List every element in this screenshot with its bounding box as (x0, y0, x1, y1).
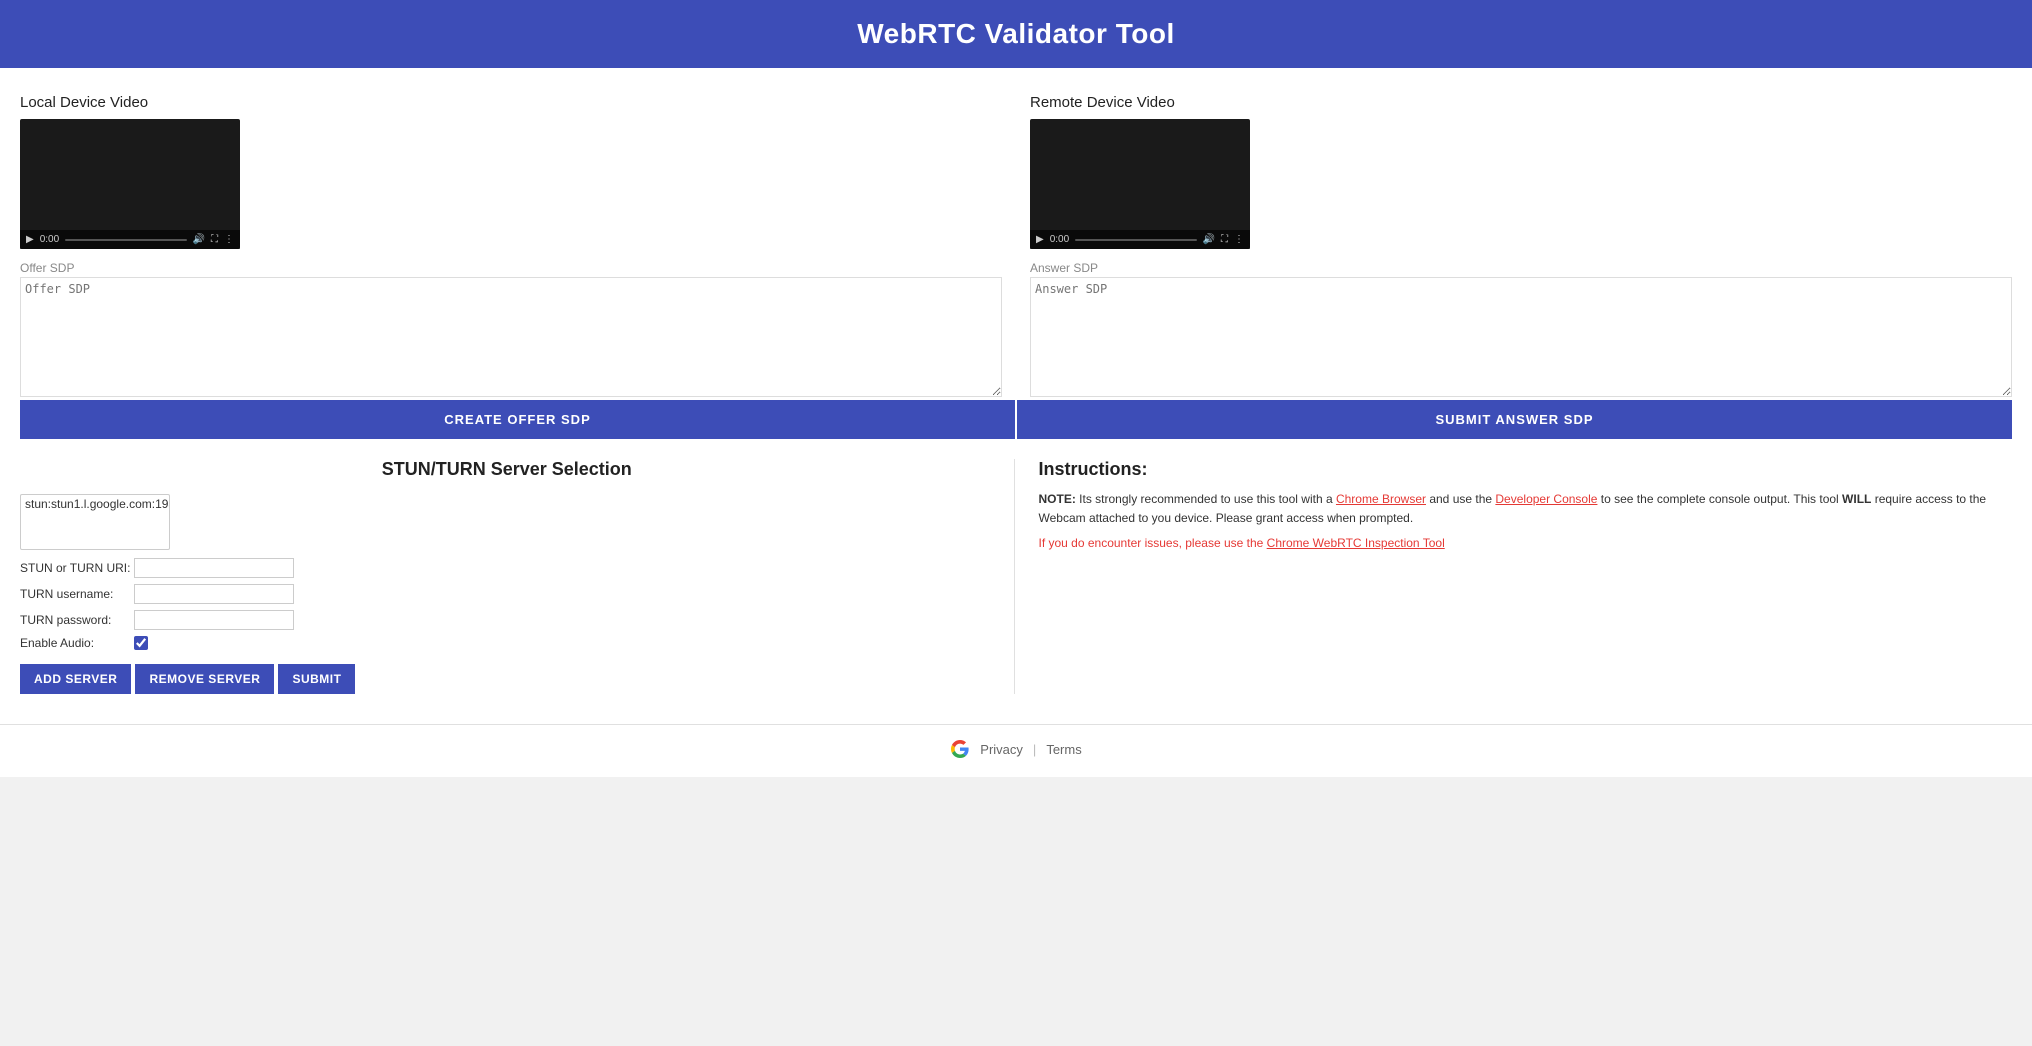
google-logo-icon (950, 739, 970, 759)
offer-sdp-col: Offer SDP (20, 261, 1016, 400)
offer-sdp-textarea[interactable] (20, 277, 1002, 397)
instructions-col: Instructions: NOTE: Its strongly recomme… (1015, 459, 2013, 694)
answer-sdp-textarea[interactable] (1030, 277, 2012, 397)
local-fullscreen-icon[interactable]: ⛶ (211, 234, 218, 245)
instructions-title: Instructions: (1039, 459, 2013, 480)
enable-audio-row: Enable Audio: (20, 636, 994, 650)
instructions-text2: If you do encounter issues, please use t… (1039, 534, 2013, 553)
main-content: Local Device Video ▶ 0:00 🔊 ⛶ ⋮ Remote D… (0, 68, 2032, 439)
sdp-row: Offer SDP Answer SDP (20, 261, 2012, 400)
remote-volume-icon[interactable]: 🔊 (1203, 234, 1215, 245)
stun-uri-label: STUN or TURN URI: (20, 561, 130, 575)
local-play-icon[interactable]: ▶ (26, 234, 34, 245)
local-volume-icon[interactable]: 🔊 (193, 234, 205, 245)
local-more-icon[interactable]: ⋮ (224, 234, 234, 245)
footer-links: Privacy | Terms (0, 739, 2032, 759)
local-video-time: 0:00 (40, 234, 59, 245)
remote-fullscreen-icon[interactable]: ⛶ (1221, 234, 1228, 245)
dev-console-link[interactable]: Developer Console (1495, 492, 1597, 506)
server-buttons-row: ADD SERVER REMOVE SERVER SUBMIT (20, 664, 994, 694)
video-row: Local Device Video ▶ 0:00 🔊 ⛶ ⋮ Remote D… (20, 84, 2012, 255)
stun-section-title: STUN/TURN Server Selection (20, 459, 994, 480)
answer-sdp-col: Answer SDP (1016, 261, 2012, 400)
enable-audio-label: Enable Audio: (20, 636, 130, 650)
remote-more-icon[interactable]: ⋮ (1234, 234, 1244, 245)
terms-link[interactable]: Terms (1046, 742, 1081, 757)
offer-sdp-label: Offer SDP (20, 261, 1002, 275)
server-list[interactable]: stun:stun1.l.google.com:19302 (20, 494, 170, 550)
turn-username-input[interactable] (134, 584, 294, 604)
instructions-text: NOTE: Its strongly recommended to use th… (1039, 490, 2013, 528)
enable-audio-checkbox[interactable] (134, 636, 148, 650)
note-text5: If you do encounter issues, please use t… (1039, 536, 1267, 550)
turn-username-row: TURN username: (20, 584, 994, 604)
stun-turn-col: STUN/TURN Server Selection stun:stun1.l.… (20, 459, 1015, 694)
local-progress-bar (65, 239, 186, 241)
create-offer-sdp-button[interactable]: CREATE OFFER SDP (20, 400, 1017, 439)
privacy-link[interactable]: Privacy (980, 742, 1023, 757)
remote-video-col: Remote Device Video ▶ 0:00 🔊 ⛶ ⋮ (1016, 84, 2012, 255)
remove-server-button[interactable]: REMOVE SERVER (135, 664, 274, 694)
page-title: WebRTC Validator Tool (0, 18, 2032, 50)
stun-uri-input[interactable] (134, 558, 294, 578)
local-video-label: Local Device Video (20, 94, 1002, 111)
footer-separator: | (1033, 742, 1036, 757)
will-text: WILL (1842, 492, 1871, 506)
remote-video-player: ▶ 0:00 🔊 ⛶ ⋮ (1030, 119, 1250, 249)
remote-video-controls: ▶ 0:00 🔊 ⛶ ⋮ (1030, 230, 1250, 249)
turn-password-row: TURN password: (20, 610, 994, 630)
chrome-browser-link[interactable]: Chrome Browser (1336, 492, 1426, 506)
local-video-controls: ▶ 0:00 🔊 ⛶ ⋮ (20, 230, 240, 249)
remote-play-icon[interactable]: ▶ (1036, 234, 1044, 245)
server-list-item[interactable]: stun:stun1.l.google.com:19302 (25, 497, 165, 511)
note-text1: Its strongly recommended to use this too… (1076, 492, 1336, 506)
sdp-button-row: CREATE OFFER SDP SUBMIT ANSWER SDP (20, 400, 2012, 439)
stun-uri-row: STUN or TURN URI: (20, 558, 994, 578)
turn-username-label: TURN username: (20, 587, 130, 601)
remote-progress-bar (1075, 239, 1196, 241)
note-text2: and use the (1426, 492, 1495, 506)
turn-password-input[interactable] (134, 610, 294, 630)
add-server-button[interactable]: ADD SERVER (20, 664, 131, 694)
submit-server-button[interactable]: SUBMIT (278, 664, 355, 694)
note-prefix: NOTE: (1039, 492, 1076, 506)
submit-answer-sdp-button[interactable]: SUBMIT ANSWER SDP (1017, 400, 2012, 439)
lower-section: STUN/TURN Server Selection stun:stun1.l.… (0, 439, 2032, 724)
page-header: WebRTC Validator Tool (0, 0, 2032, 68)
answer-sdp-label: Answer SDP (1030, 261, 2012, 275)
turn-password-label: TURN password: (20, 613, 130, 627)
webrtc-tool-link[interactable]: Chrome WebRTC Inspection Tool (1267, 536, 1445, 550)
local-video-player: ▶ 0:00 🔊 ⛶ ⋮ (20, 119, 240, 249)
remote-video-time: 0:00 (1050, 234, 1069, 245)
remote-video-label: Remote Device Video (1030, 94, 2012, 111)
note-text3: to see the complete console output. This… (1597, 492, 1842, 506)
local-video-col: Local Device Video ▶ 0:00 🔊 ⛶ ⋮ (20, 84, 1016, 255)
page-footer: Privacy | Terms (0, 724, 2032, 777)
